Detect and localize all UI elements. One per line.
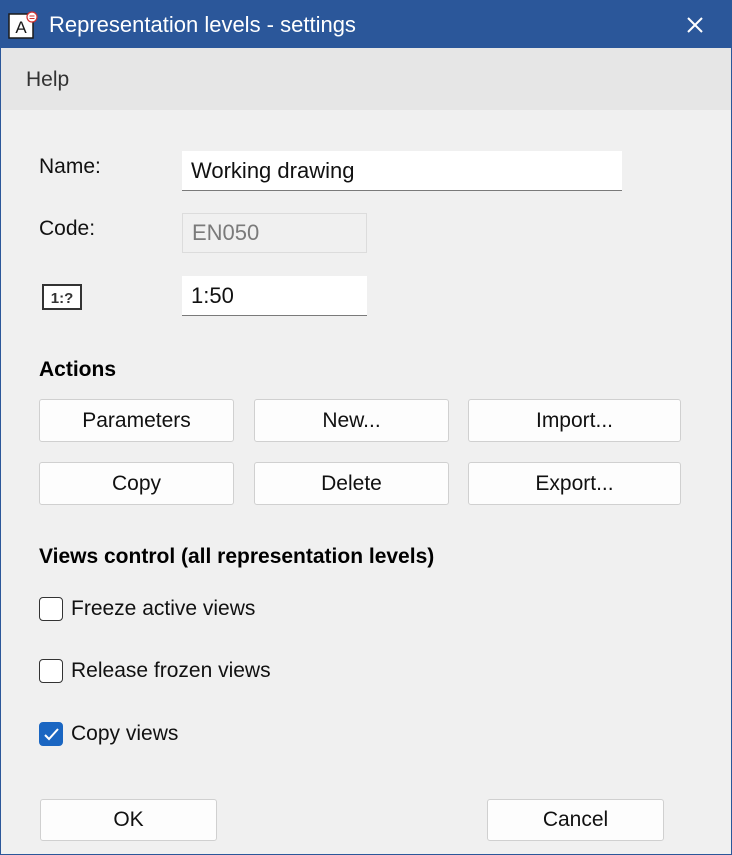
scale-icon: 1:? xyxy=(42,284,82,310)
name-label: Name: xyxy=(39,155,101,178)
copy-views-checkbox[interactable] xyxy=(39,722,63,746)
allplan-icon: A xyxy=(8,10,38,40)
code-input xyxy=(182,213,367,253)
close-icon xyxy=(687,16,703,33)
settings-dialog: A Representation levels - settings Help … xyxy=(0,0,732,855)
parameters-button[interactable]: Parameters xyxy=(39,399,234,442)
name-input[interactable] xyxy=(182,151,622,191)
close-button[interactable] xyxy=(659,1,731,48)
export-button[interactable]: Export... xyxy=(468,462,681,505)
freeze-active-views-label: Freeze active views xyxy=(71,597,256,620)
title-bar: A Representation levels - settings xyxy=(1,1,731,48)
scale-input[interactable] xyxy=(182,276,367,316)
copy-views-label: Copy views xyxy=(71,722,179,745)
new-button[interactable]: New... xyxy=(254,399,449,442)
release-frozen-views-label: Release frozen views xyxy=(71,659,271,682)
menu-help[interactable]: Help xyxy=(26,68,69,92)
svg-text:1:?: 1:? xyxy=(51,290,74,307)
delete-button[interactable]: Delete xyxy=(254,462,449,505)
actions-title: Actions xyxy=(39,358,117,381)
code-label: Code: xyxy=(39,217,96,240)
import-button[interactable]: Import... xyxy=(468,399,681,442)
checkmark-icon xyxy=(44,728,59,741)
menu-bar: Help xyxy=(1,48,731,110)
cancel-button[interactable]: Cancel xyxy=(487,799,664,841)
svg-text:A: A xyxy=(15,18,27,37)
freeze-active-views-checkbox[interactable] xyxy=(39,597,63,621)
copy-button[interactable]: Copy xyxy=(39,462,234,505)
window-title: Representation levels - settings xyxy=(49,12,356,37)
release-frozen-views-checkbox[interactable] xyxy=(39,659,63,683)
views-control-title: Views control (all representation levels… xyxy=(39,545,435,568)
ok-button[interactable]: OK xyxy=(40,799,217,841)
